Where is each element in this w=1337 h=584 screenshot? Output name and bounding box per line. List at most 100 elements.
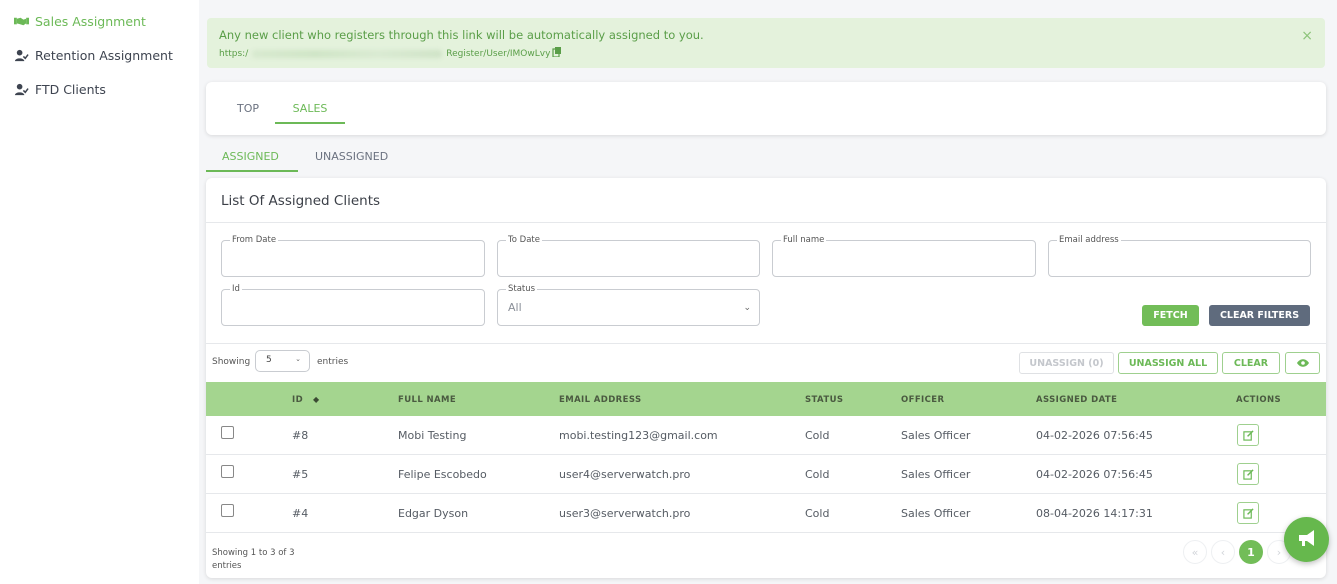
entries-per-page-select[interactable]: 5 ⌄ <box>255 350 310 372</box>
column-header-email: EMAIL ADDRESS <box>559 395 642 405</box>
sidebar-item-retention-assignment[interactable]: Retention Assignment <box>14 48 173 63</box>
id-field[interactable]: Id <box>221 284 485 326</box>
main-content: Any new client who registers through thi… <box>199 0 1337 584</box>
sidebar-item-sales-assignment[interactable]: Sales Assignment <box>14 14 146 29</box>
copy-icon[interactable] <box>552 47 562 60</box>
registration-link-alert: Any new client who registers through thi… <box>207 18 1325 68</box>
sidebar: Sales Assignment Retention Assignment FT… <box>0 0 199 584</box>
cell-email: mobi.testing123@gmail.com <box>559 429 718 442</box>
column-header-id[interactable]: ID ◆ <box>292 395 320 405</box>
page-1-button[interactable]: 1 <box>1239 540 1263 564</box>
table-header: ID ◆ FULL NAME EMAIL ADDRESS STATUS OFFIC… <box>206 382 1326 416</box>
unassign-button[interactable]: UNASSIGN (0) <box>1019 352 1114 374</box>
table-row: #8 Mobi Testing mobi.testing123@gmail.co… <box>206 416 1326 455</box>
row-checkbox[interactable] <box>221 426 234 439</box>
showing-label: Showing <box>212 357 251 367</box>
clear-filters-button[interactable]: CLEAR FILTERS <box>1209 305 1310 326</box>
sidebar-item-label: Retention Assignment <box>35 48 173 63</box>
cell-status: Cold <box>805 507 830 520</box>
table-row: #4 Edgar Dyson user3@serverwatch.pro Col… <box>206 494 1326 533</box>
sidebar-item-label: FTD Clients <box>35 82 106 97</box>
divider <box>206 222 1326 223</box>
status-select[interactable]: Status All ⌄ <box>497 284 760 326</box>
edit-icon[interactable] <box>1237 502 1259 524</box>
assigned-clients-card: List Of Assigned Clients From Date To Da… <box>206 178 1326 578</box>
chevron-down-icon: ⌄ <box>743 303 751 313</box>
link-prefix: https:/ <box>219 48 249 59</box>
full-name-field[interactable]: Full name <box>772 235 1036 277</box>
unassign-all-button[interactable]: UNASSIGN ALL <box>1118 352 1218 374</box>
column-header-actions: ACTIONS <box>1236 395 1282 405</box>
cell-id: #5 <box>292 468 309 481</box>
cell-status: Cold <box>805 429 830 442</box>
subtab-assigned[interactable]: ASSIGNED <box>222 150 279 163</box>
announcement-button[interactable] <box>1284 517 1329 562</box>
card-title: List Of Assigned Clients <box>221 193 381 209</box>
fetch-button[interactable]: FETCH <box>1142 305 1199 326</box>
email-address-field[interactable]: Email address <box>1048 235 1311 277</box>
column-header-status: STATUS <box>805 395 844 405</box>
cell-assigned-date: 08-04-2026 14:17:31 <box>1036 507 1153 520</box>
column-header-label: ID <box>292 395 304 405</box>
cell-status: Cold <box>805 468 830 481</box>
row-checkbox[interactable] <box>221 504 234 517</box>
pagination-info-line: Showing 1 to 3 of 3 <box>212 548 295 558</box>
sort-icon[interactable]: ◆ <box>313 395 320 404</box>
eye-icon[interactable] <box>1285 352 1320 374</box>
cell-assigned-date: 04-02-2026 07:56:45 <box>1036 468 1153 481</box>
row-checkbox[interactable] <box>221 465 234 478</box>
active-subtab-indicator <box>206 170 298 172</box>
sidebar-item-ftd-clients[interactable]: FTD Clients <box>14 82 106 97</box>
cell-id: #4 <box>292 507 309 520</box>
edit-icon[interactable] <box>1237 463 1259 485</box>
redacted-url <box>252 49 443 58</box>
handshake-icon <box>14 14 29 29</box>
user-check-icon <box>14 82 29 97</box>
clear-button[interactable]: CLEAR <box>1222 352 1280 374</box>
field-value: All <box>508 301 522 314</box>
cell-officer: Sales Officer <box>901 507 971 520</box>
from-date-field[interactable]: From Date <box>221 235 485 277</box>
field-label: Full name <box>781 235 827 245</box>
cell-officer: Sales Officer <box>901 468 971 481</box>
pagination-info: Showing 1 to 3 of 3 entries <box>212 547 295 573</box>
column-header-officer: OFFICER <box>901 395 945 405</box>
top-tabs: TOP SALES <box>206 82 1326 135</box>
first-page-button[interactable]: « <box>1183 540 1207 564</box>
field-label: Id <box>230 284 242 294</box>
cell-email: user4@serverwatch.pro <box>559 468 691 481</box>
divider <box>206 343 1326 344</box>
tab-top[interactable]: TOP <box>228 102 268 115</box>
cell-full-name: Edgar Dyson <box>398 507 469 520</box>
megaphone-icon <box>1296 527 1318 553</box>
registration-link[interactable]: https:/ Register/User/IMOwLvy <box>219 47 562 60</box>
field-label: To Date <box>506 235 542 245</box>
prev-page-button[interactable]: ‹ <box>1211 540 1235 564</box>
cell-email: user3@serverwatch.pro <box>559 507 691 520</box>
sidebar-item-label: Sales Assignment <box>35 14 146 29</box>
user-check-icon <box>14 48 29 63</box>
field-label: From Date <box>230 235 279 245</box>
edit-icon[interactable] <box>1237 424 1259 446</box>
cell-assigned-date: 04-02-2026 07:56:45 <box>1036 429 1153 442</box>
cell-full-name: Mobi Testing <box>398 429 467 442</box>
cell-officer: Sales Officer <box>901 429 971 442</box>
subtab-unassigned[interactable]: UNASSIGNED <box>315 150 388 163</box>
entries-value: 5 <box>266 355 272 365</box>
to-date-field[interactable]: To Date <box>497 235 760 277</box>
close-icon[interactable]: × <box>1301 28 1313 44</box>
table-row: #5 Felipe Escobedo user4@serverwatch.pro… <box>206 455 1326 494</box>
link-suffix: Register/User/IMOwLvy <box>446 48 551 59</box>
cell-full-name: Felipe Escobedo <box>398 468 487 481</box>
cell-id: #8 <box>292 429 309 442</box>
field-label: Status <box>506 284 538 294</box>
column-header-full-name: FULL NAME <box>398 395 457 405</box>
field-label: Email address <box>1057 235 1121 245</box>
active-tab-indicator <box>275 122 345 124</box>
column-header-assigned-date: ASSIGNED DATE <box>1036 395 1118 405</box>
pagination-info-line: entries <box>212 561 242 571</box>
tab-sales[interactable]: SALES <box>275 102 345 115</box>
chevron-down-icon: ⌄ <box>295 355 301 363</box>
entries-label: entries <box>317 357 349 367</box>
alert-message: Any new client who registers through thi… <box>219 28 704 42</box>
